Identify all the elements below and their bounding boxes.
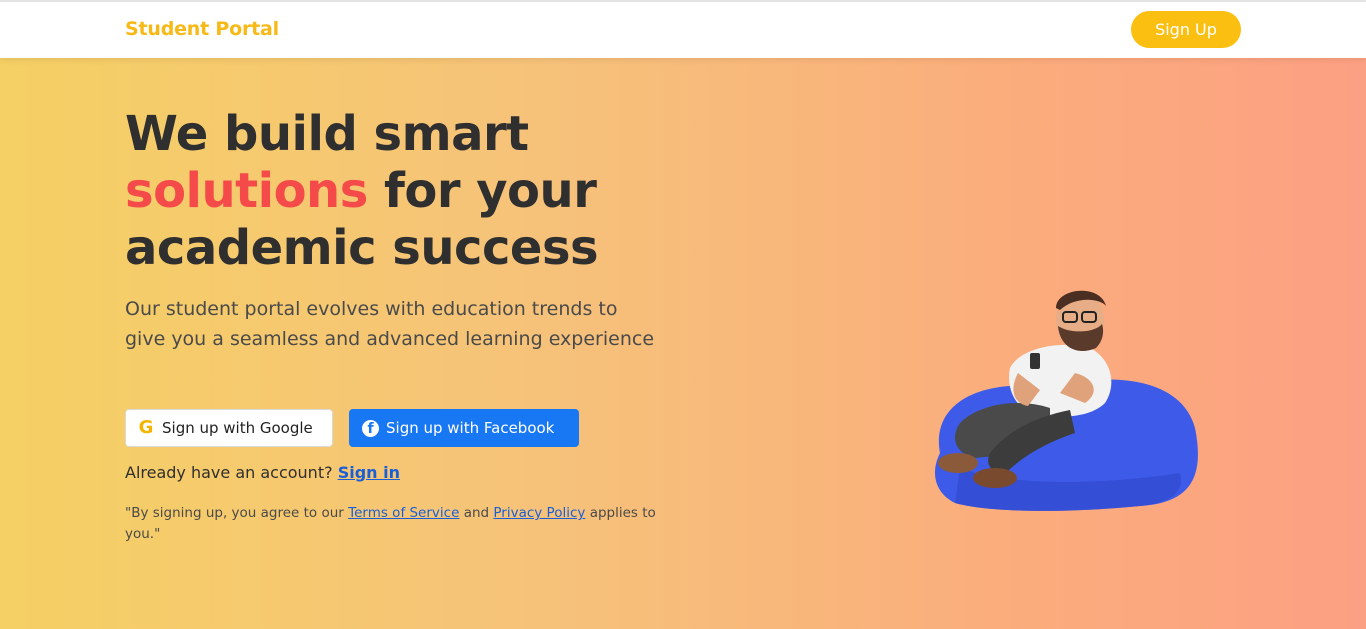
google-button-label: Sign up with Google [162, 419, 313, 437]
signup-button[interactable]: Sign Up [1131, 11, 1241, 48]
facebook-icon: f [362, 419, 379, 437]
facebook-button-label: Sign up with Facebook [386, 419, 555, 437]
headline-line1: We build smart [125, 106, 529, 162]
legal-and: and [463, 505, 490, 521]
student-beanbag-illustration [935, 290, 1198, 511]
google-signup-button[interactable]: G Sign up with Google [125, 409, 333, 447]
account-prompt-text: Already have an account? [125, 463, 333, 482]
brand-logo[interactable]: Student Portal [125, 18, 279, 40]
legal-prefix: "By signing up, you agree to our [125, 505, 344, 521]
privacy-link[interactable]: Privacy Policy [493, 505, 585, 521]
google-icon: G [138, 417, 154, 438]
terms-link[interactable]: Terms of Service [348, 505, 459, 521]
hero-subtext: Our student portal evolves with educatio… [125, 298, 655, 350]
headline-line3: academic success [125, 220, 599, 276]
account-prompt: Already have an account? Sign in [125, 463, 400, 482]
legal-notice: "By signing up, you agree to our Terms o… [125, 503, 685, 545]
headline-accent: solutions [125, 163, 368, 219]
facebook-signup-button[interactable]: f Sign up with Facebook [349, 409, 579, 447]
hero-headline: We build smart solutions for your academ… [125, 106, 685, 277]
hero-section: We build smart solutions for your academ… [0, 58, 1366, 629]
headline-line2: for your [367, 163, 597, 219]
navbar: Student Portal Sign Up [0, 2, 1366, 58]
signin-link[interactable]: Sign in [338, 463, 400, 482]
